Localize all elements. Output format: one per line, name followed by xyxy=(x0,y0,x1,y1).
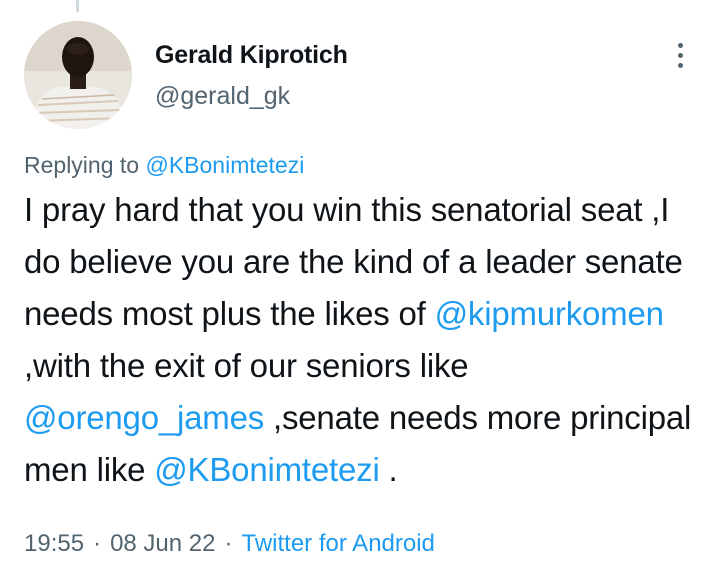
tweet-text: I pray hard that you win this senatorial… xyxy=(24,184,704,496)
author-name[interactable]: Gerald Kiprotich xyxy=(155,41,348,70)
thread-connector-line xyxy=(76,0,79,12)
more-options-button[interactable] xyxy=(666,38,694,72)
separator-dot: · xyxy=(93,530,102,557)
tweet-time[interactable]: 19:55 xyxy=(24,530,84,557)
more-vertical-icon xyxy=(677,42,683,48)
tweet-source-link[interactable]: Twitter for Android xyxy=(241,530,434,557)
avatar[interactable] xyxy=(24,21,132,129)
mention-link[interactable]: @orengo_james xyxy=(24,399,264,436)
replying-to-line: Replying to @KBonimtetezi xyxy=(24,152,304,179)
replying-to-label: Replying to xyxy=(24,152,140,178)
mention-link[interactable]: @kipmurkomen xyxy=(435,295,664,332)
mention-link[interactable]: @KBonimtetezi xyxy=(154,451,380,488)
tweet-text-part: ,with the exit of our seniors like xyxy=(24,347,469,384)
replying-to-mention[interactable]: @KBonimtetezi xyxy=(145,152,304,178)
tweet-text-part: . xyxy=(379,451,398,488)
more-vertical-icon xyxy=(677,52,683,58)
avatar-photo xyxy=(24,21,132,129)
author-handle[interactable]: @gerald_gk xyxy=(155,82,290,111)
more-vertical-icon xyxy=(677,62,683,68)
tweet-meta: 19:55 · 08 Jun 22 · Twitter for Android xyxy=(24,530,435,558)
separator-dot: · xyxy=(224,530,233,557)
tweet-date[interactable]: 08 Jun 22 xyxy=(110,530,215,557)
